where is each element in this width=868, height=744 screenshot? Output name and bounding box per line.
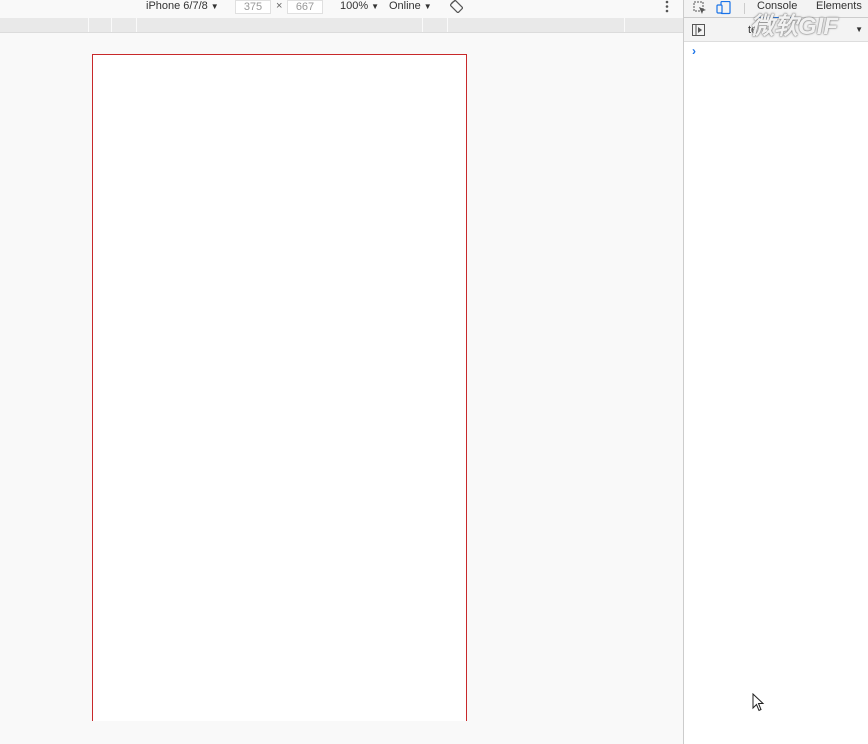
console-toolbar: te ▼ 微软GIF — [684, 13, 868, 42]
chevron-down-icon: ▼ — [855, 25, 863, 34]
network-select[interactable]: Online ▼ — [389, 0, 432, 15]
dimension-separator: × — [276, 0, 283, 12]
device-screen[interactable] — [92, 54, 467, 721]
device-toolbar-toggle-icon[interactable] — [716, 0, 732, 18]
watermark-logo: 微软GIF — [750, 13, 838, 40]
show-sidebar-icon[interactable] — [692, 24, 705, 39]
zoom-label: 100% — [340, 0, 369, 12]
zoom-select[interactable]: 100% ▼ — [340, 0, 379, 15]
console-prompt-icon[interactable]: › — [692, 44, 696, 58]
rotate-icon[interactable] — [449, 0, 464, 16]
mouse-cursor-icon — [752, 692, 766, 716]
network-label: Online — [389, 0, 421, 12]
media-query-ruler[interactable] — [0, 18, 683, 33]
chevron-down-icon: ▼ — [371, 2, 380, 11]
device-viewport-area — [0, 34, 683, 744]
more-options-icon[interactable] — [664, 0, 670, 17]
chevron-down-icon: ▼ — [423, 2, 432, 11]
height-input[interactable]: 667 — [287, 0, 323, 14]
width-input[interactable]: 375 — [235, 0, 271, 14]
device-toolbar: iPhone 6/7/8 ▼ 375 × 667 100% ▼ Online ▼ — [0, 0, 683, 18]
devtools-panel: Console Elements te ▼ 微软GIF › — [683, 0, 868, 744]
context-select[interactable]: te ▼ 微软GIF — [720, 13, 863, 40]
inspect-element-icon[interactable] — [693, 1, 707, 18]
device-select-label: iPhone 6/7/8 — [146, 0, 208, 12]
chevron-down-icon: ▼ — [210, 2, 219, 11]
device-select[interactable]: iPhone 6/7/8 ▼ — [146, 0, 219, 15]
tab-divider — [744, 3, 745, 14]
